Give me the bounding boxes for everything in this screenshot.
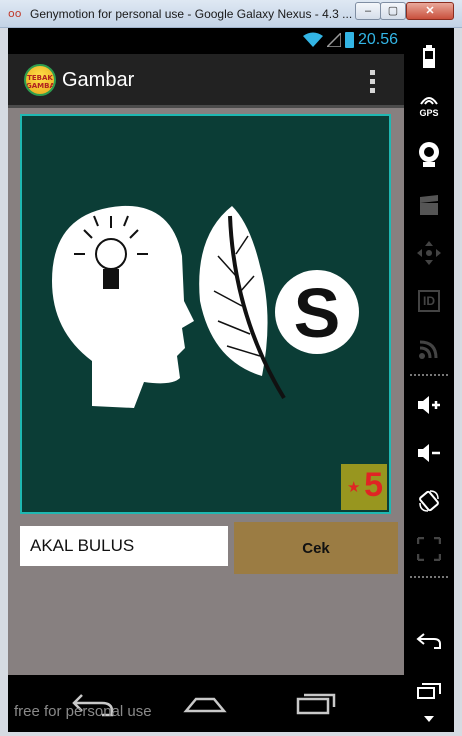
window-titlebar: oo Genymotion for personal use - Google … <box>0 0 462 28</box>
head-lightbulb-feather-s-icon: S <box>52 205 359 408</box>
wifi-icon <box>302 32 323 47</box>
status-bar: 20.56 <box>8 28 404 54</box>
app-logo-line2: GAMBAR <box>26 82 55 90</box>
page-title: Gambar <box>62 69 135 91</box>
cast-icon[interactable] <box>414 334 444 364</box>
volume-down-icon[interactable] <box>414 438 444 468</box>
side-toolbar: GPS ID <box>404 28 454 732</box>
feather-icon <box>199 206 286 400</box>
minimize-button[interactable]: – <box>355 2 381 20</box>
check-button[interactable]: Cek <box>234 522 398 574</box>
id-icon[interactable]: ID <box>414 286 444 316</box>
score-value: 5 <box>364 466 383 504</box>
separator <box>410 576 448 578</box>
device-frame: 20.56 TEBAK GAMBAR Gambar <box>8 28 454 732</box>
battery-icon <box>344 32 354 48</box>
recent-apps-icon[interactable] <box>292 687 342 719</box>
id-label: ID <box>418 290 440 312</box>
app-logo[interactable]: TEBAK GAMBAR <box>24 64 56 96</box>
gps-label: GPS <box>419 108 439 118</box>
action-bar: TEBAK GAMBAR Gambar <box>8 54 404 108</box>
dpad-icon[interactable] <box>414 238 444 268</box>
nav-bar: free for personal use <box>8 675 404 732</box>
score-badge: ★ 5 <box>341 464 387 510</box>
main-content: S ★ 5 Cek <box>8 108 404 675</box>
star-icon: ★ <box>347 478 361 496</box>
separator <box>410 374 448 376</box>
home-icon[interactable] <box>180 687 230 719</box>
app-logo-line1: TEBAK <box>27 74 53 82</box>
volume-up-icon[interactable] <box>414 390 444 420</box>
head-silhouette <box>52 205 194 408</box>
puzzle-letter: S <box>294 274 341 352</box>
answer-input[interactable] <box>20 526 228 566</box>
close-button[interactable]: ✕ <box>406 2 454 20</box>
chevron-down-icon[interactable] <box>414 704 444 734</box>
overflow-menu-icon[interactable] <box>364 68 380 96</box>
letter-s-badge: S <box>275 270 359 354</box>
gps-icon[interactable]: GPS <box>414 92 444 122</box>
genymotion-icon: oo <box>8 7 22 20</box>
watermark-text: free for personal use <box>14 703 152 720</box>
status-time: 20.56 <box>357 31 398 48</box>
window-title: Genymotion for personal use - Google Gal… <box>30 7 352 21</box>
back-icon[interactable] <box>414 626 444 656</box>
battery-icon[interactable] <box>414 42 444 72</box>
maximize-button[interactable]: ▢ <box>380 2 406 20</box>
rotate-icon[interactable] <box>414 486 444 516</box>
puzzle-image: S ★ 5 <box>20 114 391 514</box>
camera-icon[interactable] <box>414 140 444 170</box>
signal-icon <box>326 33 341 47</box>
clapper-icon[interactable] <box>414 190 444 220</box>
recent-apps-icon[interactable] <box>414 676 444 706</box>
scale-icon[interactable] <box>414 534 444 564</box>
